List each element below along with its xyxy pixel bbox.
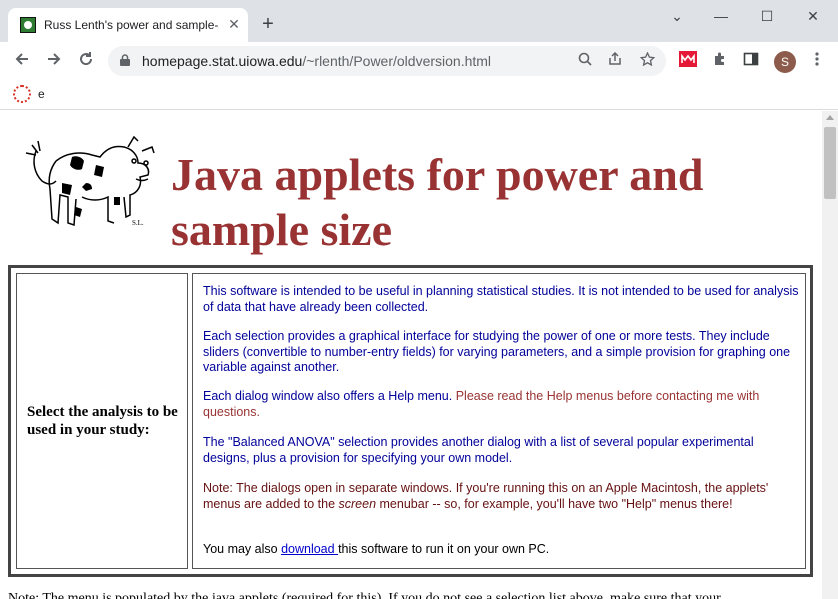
close-window-button[interactable]: ✕	[798, 6, 828, 26]
address-bar[interactable]: homepage.stat.uiowa.edu/~rlenth/Power/ol…	[108, 46, 666, 76]
lock-icon	[120, 54, 130, 66]
profile-avatar[interactable]: S	[774, 51, 796, 73]
page-scrollbar[interactable]	[822, 111, 838, 599]
tab-title: Russ Lenth's power and sample-s	[44, 18, 219, 32]
intro-paragraph: This software is intended to be useful i…	[203, 284, 799, 314]
cow-logo-icon: S.L.	[25, 135, 155, 227]
active-tab[interactable]: Russ Lenth's power and sample-s ✕	[8, 8, 248, 42]
help-text: Each dialog window also offers a Help me…	[203, 389, 456, 403]
minimize-button[interactable]: —	[706, 6, 736, 26]
site-favicon-icon	[20, 17, 36, 33]
side-panel-icon[interactable]	[741, 51, 761, 71]
bookmarks-bar: e	[0, 80, 838, 110]
extension-red-icon[interactable]	[678, 51, 698, 71]
download-link[interactable]: download	[281, 542, 338, 556]
mac-note-text-c: menubar -- so, for example, you'll have …	[376, 496, 733, 511]
scrollbar-thumb[interactable]	[824, 127, 836, 199]
svg-text:S.L.: S.L.	[132, 219, 144, 227]
more-menu-icon[interactable]	[807, 51, 827, 71]
back-arrow-icon[interactable]	[10, 50, 34, 72]
download-paragraph: You may also download this software to r…	[203, 542, 803, 558]
tab-strip: Russ Lenth's power and sample-s ✕ + ⌄ — …	[0, 0, 838, 42]
tab-close-icon[interactable]: ✕	[226, 16, 242, 32]
page-title: Java applets for power and sample size	[171, 149, 704, 255]
search-icon[interactable]	[576, 52, 594, 70]
page-viewport: S.L. Java applets for power and sample s…	[0, 111, 822, 599]
reload-icon[interactable]	[74, 50, 98, 72]
bookmark-loading-icon[interactable]	[13, 85, 31, 103]
tab-search-chevron-icon[interactable]: ⌄	[662, 6, 692, 26]
selection-prompt: Select the analysis to be used in your s…	[27, 404, 178, 438]
bookmark-item-label[interactable]: e	[38, 87, 45, 101]
help-paragraph: Each dialog window also offers a Help me…	[203, 389, 803, 420]
share-icon[interactable]	[606, 51, 624, 70]
extensions-puzzle-icon[interactable]	[710, 51, 730, 71]
mac-note-paragraph: Note: The dialogs open in separate windo…	[203, 481, 803, 512]
browser-toolbar: homepage.stat.uiowa.edu/~rlenth/Power/ol…	[0, 42, 838, 80]
download-text-a: You may also	[203, 542, 282, 556]
analysis-selection-table: Select the analysis to be used in your s…	[8, 265, 813, 577]
download-text-b: this software to run it on your own PC.	[338, 542, 550, 556]
anova-paragraph: The "Balanced ANOVA" selection provides …	[203, 435, 754, 465]
new-tab-button[interactable]: +	[258, 14, 278, 34]
footnote-text: Note: The menu is populated by the java …	[8, 591, 721, 599]
url-text: homepage.stat.uiowa.edu/~rlenth/Power/ol…	[142, 53, 492, 69]
forward-arrow-icon[interactable]	[42, 50, 66, 72]
maximize-button[interactable]: ☐	[752, 6, 782, 26]
info-cell: This software is intended to be useful i…	[192, 273, 806, 569]
scroll-up-arrow-icon[interactable]	[826, 115, 834, 120]
bookmark-star-icon[interactable]	[638, 51, 656, 70]
mac-note-screen-word: screen	[338, 496, 377, 511]
interface-paragraph: Each selection provides a graphical inte…	[203, 329, 791, 374]
selection-cell: Select the analysis to be used in your s…	[16, 273, 188, 569]
